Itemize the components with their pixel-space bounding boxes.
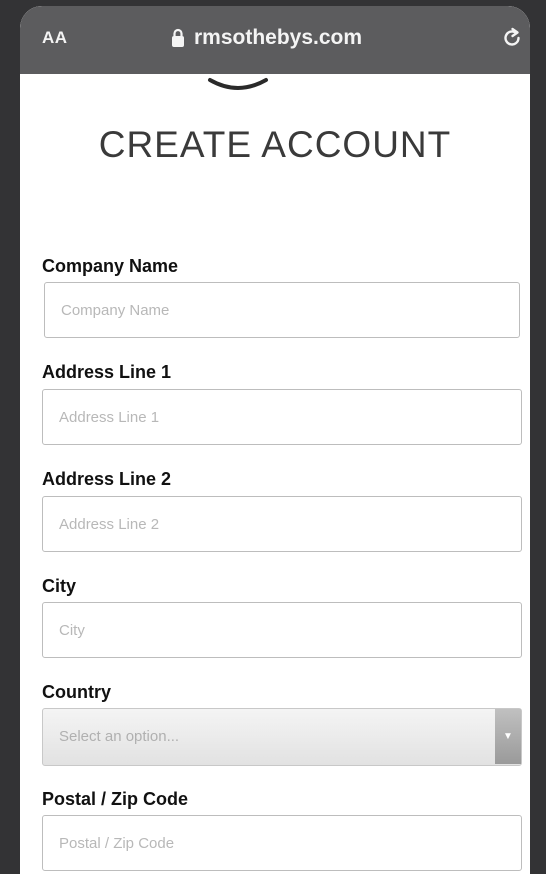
url-display[interactable]: rmsothebys.com (170, 26, 362, 50)
address-line-2-label: Address Line 2 (42, 469, 172, 489)
company-name-input[interactable] (44, 282, 520, 338)
page-title: CREATE ACCOUNT (98, 124, 452, 165)
country-label: Country (42, 682, 111, 702)
city-input[interactable] (42, 602, 522, 658)
reload-icon[interactable] (500, 26, 524, 50)
address-line-2-input[interactable] (42, 496, 522, 552)
postal-code-input[interactable] (42, 815, 522, 871)
logo-fragment (208, 78, 268, 90)
address-line-1-label: Address Line 1 (42, 362, 172, 382)
chevron-down-icon[interactable]: ▼ (495, 709, 521, 764)
lock-icon (172, 28, 184, 47)
country-select[interactable]: Select an option... ▼ (42, 708, 522, 766)
device-frame: AA rmsothebys.com CREATE ACCOUNT Company… (0, 0, 546, 874)
domain-text: rmsothebys.com (194, 26, 363, 49)
city-label: City (42, 576, 77, 596)
address-line-1-input[interactable] (42, 389, 522, 445)
postal-code-label: Postal / Zip Code (42, 789, 189, 809)
browser-viewport: AA rmsothebys.com CREATE ACCOUNT Company… (20, 6, 530, 874)
address-bar[interactable]: AA rmsothebys.com (20, 6, 530, 74)
text-size-button[interactable]: AA (42, 28, 68, 48)
text-size-label: AA (42, 28, 68, 47)
company-name-label: Company Name (42, 256, 179, 276)
country-selected-value: Select an option... (59, 728, 180, 745)
